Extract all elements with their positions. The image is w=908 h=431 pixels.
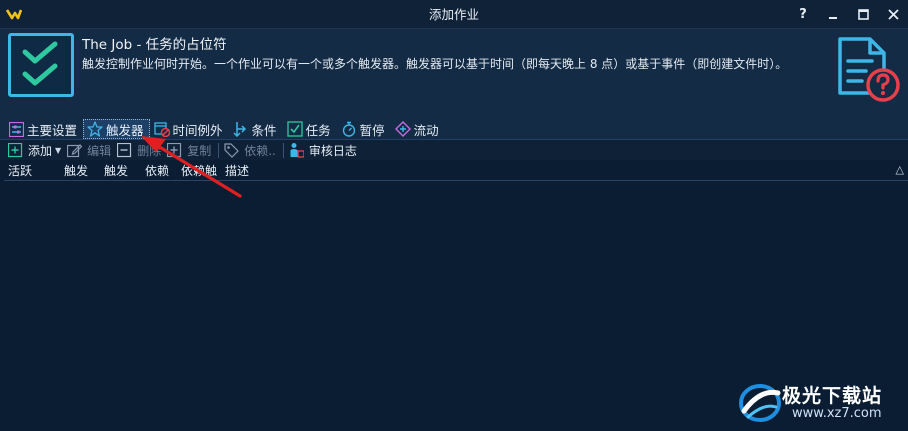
audit-user-icon (289, 143, 304, 158)
tab-pause[interactable]: 暂停 (337, 119, 391, 139)
column-depends[interactable]: 依赖 (145, 162, 181, 179)
add-label: 添加 (28, 143, 53, 158)
tab-tasks[interactable]: 任务 (283, 119, 337, 139)
tab-time-exceptions[interactable]: 时间例外 (150, 119, 229, 139)
minimize-button[interactable] (818, 0, 848, 29)
job-header: The Job - 任务的占位符 触发控制作业何时开始。一个作业可以有一个或多个… (0, 29, 908, 117)
tab-flow[interactable]: 流动 (391, 119, 445, 139)
stopwatch-icon (341, 121, 357, 137)
edit-label: 编辑 (87, 143, 112, 158)
help-button[interactable]: ? (788, 0, 818, 29)
job-title: The Job - 任务的占位符 (82, 37, 227, 53)
document-help-icon[interactable] (836, 35, 902, 103)
flow-diamond-icon (394, 121, 411, 137)
tag-icon (224, 142, 240, 158)
tab-label: 时间例外 (172, 122, 223, 138)
star-icon (87, 121, 103, 137)
audit-log-button[interactable]: 审核日志 (287, 141, 361, 160)
tab-triggers[interactable]: 触发器 (83, 119, 150, 139)
trigger-grid-header: 活跃 触发 触发 依赖 依赖触 描述 △ (4, 161, 908, 181)
minus-box-icon (117, 142, 132, 158)
toolbar-separator (218, 142, 220, 158)
title-bar: 添加作业 ? (0, 0, 908, 29)
aurora-logo-icon (739, 384, 781, 422)
watermark-name: 极光下载站 (782, 385, 883, 407)
tab-label: 暂停 (359, 122, 385, 138)
tab-label: 流动 (413, 122, 439, 138)
tab-main-settings[interactable]: 主要设置 (4, 119, 83, 139)
app-logo-icon (0, 0, 28, 29)
maximize-icon (857, 9, 869, 20)
window-title: 添加作业 (428, 7, 479, 22)
watermark: 极光下载站 www.xz7.com (738, 381, 898, 425)
checklist-icon (8, 33, 74, 97)
calendar-exception-icon (153, 121, 170, 137)
edit-button[interactable]: 编辑 (65, 141, 115, 160)
audit-log-label: 审核日志 (308, 143, 357, 158)
copy-label: 复制 (187, 143, 212, 158)
close-icon (887, 9, 899, 20)
close-button[interactable] (878, 0, 908, 29)
add-button[interactable]: 添加 ▼ (6, 141, 65, 160)
copy-button[interactable]: 复制 (165, 141, 215, 160)
window-controls: ? (788, 0, 908, 29)
plus-box-icon (8, 142, 23, 158)
chevron-down-icon[interactable]: ▼ (55, 146, 61, 155)
watermark-url: www.xz7.com (792, 406, 882, 421)
checkbox-icon (286, 121, 303, 137)
job-description: 触发控制作业何时开始。一个作业可以有一个或多个触发器。触发器可以基于时间（即每天… (82, 57, 788, 71)
maximize-button[interactable] (848, 0, 878, 29)
toolbar-separator (282, 142, 284, 158)
depends-button[interactable]: 依赖.. (222, 141, 280, 160)
column-description[interactable]: 描述 (225, 162, 285, 179)
tab-label: 任务 (305, 122, 331, 138)
tab-label: 条件 (251, 122, 277, 138)
tab-label: 主要设置 (27, 122, 78, 138)
delete-button[interactable]: 删除 (115, 141, 165, 160)
column-trigger[interactable]: 触发 (64, 162, 104, 179)
tab-bar: 主要设置 触发器 时间例外 条件 任务 暂停 流动 (0, 117, 908, 139)
sort-triangle-icon[interactable]: △ (896, 163, 904, 176)
column-depends-trigger[interactable]: 依赖触 (181, 162, 225, 179)
trigger-toolbar: 添加 ▼ 编辑 删除 复制 依赖.. 审核日志 (0, 139, 908, 160)
depends-label: 依赖.. (244, 143, 276, 158)
tab-label: 触发器 (106, 122, 144, 138)
column-trigger-2[interactable]: 触发 (104, 162, 145, 179)
settings-sliders-icon (8, 121, 24, 137)
column-active[interactable]: 活跃 (4, 162, 64, 179)
delete-label: 删除 (137, 143, 162, 158)
branch-arrows-icon (233, 121, 249, 137)
tab-conditions[interactable]: 条件 (229, 119, 283, 139)
minimize-icon (829, 16, 837, 19)
edit-pencil-icon (67, 143, 83, 158)
copy-plus-icon (167, 142, 182, 158)
